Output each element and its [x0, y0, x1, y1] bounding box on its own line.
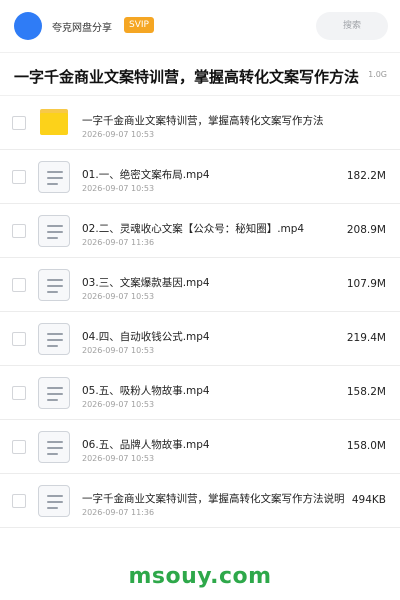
file-size: 158.2M [346, 386, 386, 398]
file-size: 208.9M [346, 224, 386, 236]
file-name: 一字千金商业文案特训营，掌握高转化文案写作方法说明 [82, 493, 345, 505]
file-size: 107.9M [346, 278, 386, 290]
document-icon [38, 376, 70, 410]
file-date: 2026-09-07 10:53 [82, 400, 155, 409]
select-checkbox[interactable] [12, 440, 26, 454]
share-title-bar: 一字千金商业文案特训营，掌握高转化文案写作方法 1.0G [0, 52, 400, 96]
file-date: 2026-09-07 11:36 [82, 238, 155, 247]
folder-icon [38, 106, 70, 140]
file-name: 06.五、品牌人物故事.mp4 [82, 439, 210, 451]
document-icon [38, 160, 70, 194]
file-size: 219.4M [346, 332, 386, 344]
file-name: 05.五、吸粉人物故事.mp4 [82, 385, 210, 397]
select-checkbox[interactable] [12, 224, 26, 238]
file-size: 158.0M [346, 440, 386, 452]
list-item[interactable]: 04.四、自动收钱公式.mp4 2026-09-07 10:53 219.4M [0, 312, 400, 366]
select-checkbox[interactable] [12, 494, 26, 508]
list-item[interactable]: 05.五、吸粉人物故事.mp4 2026-09-07 10:53 158.2M [0, 366, 400, 420]
avatar[interactable] [14, 12, 42, 40]
search-input[interactable]: 搜索 [316, 12, 388, 40]
document-icon [38, 214, 70, 248]
list-item[interactable]: 06.五、品牌人物故事.mp4 2026-09-07 10:53 158.0M [0, 420, 400, 474]
select-checkbox[interactable] [12, 170, 26, 184]
share-header: 夸克网盘分享 SVIP 搜索 [0, 0, 400, 52]
list-item[interactable]: 02.二、灵魂收心文案【公众号：秘知圈】.mp4 2026-09-07 11:3… [0, 204, 400, 258]
select-checkbox[interactable] [12, 386, 26, 400]
select-checkbox[interactable] [12, 332, 26, 346]
document-icon [38, 430, 70, 464]
site-watermark: msouy.com [128, 564, 272, 589]
file-size: 182.2M [346, 170, 386, 182]
file-name: 03.三、文案爆款基因.mp4 [82, 277, 210, 289]
document-icon [38, 484, 70, 518]
svip-badge: SVIP [124, 17, 154, 33]
select-checkbox[interactable] [12, 278, 26, 292]
select-checkbox[interactable] [12, 116, 26, 130]
file-list: 一字千金商业文案特训营，掌握高转化文案写作方法 2026-09-07 10:53… [0, 96, 400, 528]
total-size: 1.0G [368, 70, 387, 79]
share-owner-name: 夸克网盘分享 [52, 23, 112, 34]
file-name: 04.四、自动收钱公式.mp4 [82, 331, 210, 343]
page-title: 一字千金商业文案特训营，掌握高转化文案写作方法 [14, 68, 360, 86]
file-date: 2026-09-07 11:36 [82, 508, 155, 517]
document-icon [38, 268, 70, 302]
file-date: 2026-09-07 10:53 [82, 130, 155, 139]
list-item[interactable]: 一字千金商业文案特训营，掌握高转化文案写作方法说明 2026-09-07 11:… [0, 474, 400, 528]
file-date: 2026-09-07 10:53 [82, 454, 155, 463]
file-date: 2026-09-07 10:53 [82, 184, 155, 193]
list-item-folder[interactable]: 一字千金商业文案特训营，掌握高转化文案写作方法 2026-09-07 10:53 [0, 96, 400, 150]
file-name: 01.一、绝密文案布局.mp4 [82, 169, 210, 181]
file-date: 2026-09-07 10:53 [82, 292, 155, 301]
file-size: 494KB [351, 494, 386, 506]
document-icon [38, 322, 70, 356]
list-item[interactable]: 03.三、文案爆款基因.mp4 2026-09-07 10:53 107.9M [0, 258, 400, 312]
file-name: 02.二、灵魂收心文案【公众号：秘知圈】.mp4 [82, 223, 305, 235]
file-date: 2026-09-07 10:53 [82, 346, 155, 355]
list-item[interactable]: 01.一、绝密文案布局.mp4 2026-09-07 10:53 182.2M [0, 150, 400, 204]
file-name: 一字千金商业文案特训营，掌握高转化文案写作方法 [82, 115, 324, 127]
